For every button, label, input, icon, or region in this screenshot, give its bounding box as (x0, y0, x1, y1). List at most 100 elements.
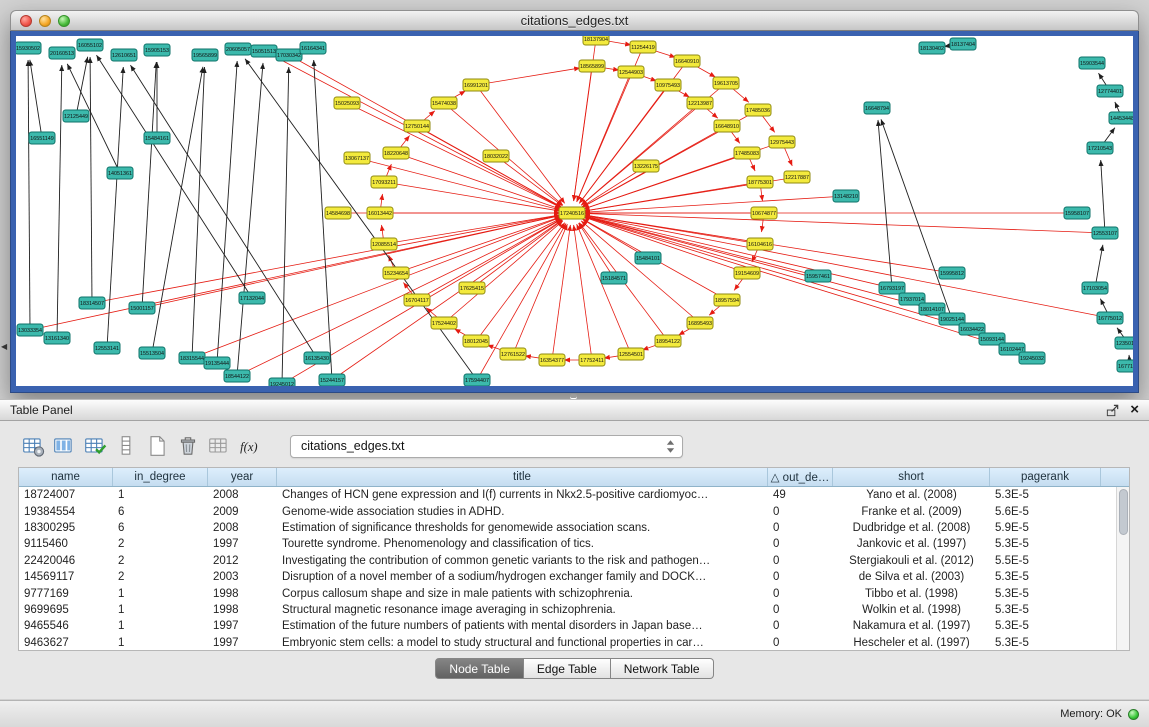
column-header-short[interactable]: short (833, 468, 990, 486)
table-import-button[interactable] (80, 432, 109, 460)
new-document-button[interactable] (142, 432, 171, 460)
graph-node[interactable]: 17625415 (459, 282, 485, 294)
graph-node[interactable]: 16135430 (304, 352, 330, 364)
graph-node[interactable]: 19245012 (269, 378, 295, 386)
close-window-button[interactable] (20, 15, 32, 27)
graph-node[interactable]: 18137904 (583, 36, 609, 45)
graph-node[interactable]: 14051361 (107, 167, 133, 179)
table-columns-button[interactable] (49, 432, 78, 460)
graph-node[interactable]: 15484161 (144, 132, 170, 144)
graph-node[interactable]: 18954122 (655, 335, 681, 347)
tab-edge-table[interactable]: Edge Table (524, 658, 611, 679)
table-row[interactable]: 946554611997Estimation of the future num… (19, 618, 1129, 634)
graph-node[interactable]: 18032022 (483, 150, 509, 162)
graph-node[interactable]: 16164341 (300, 42, 326, 54)
graph-node[interactable]: 16648794 (864, 102, 890, 114)
column-header-title[interactable]: title (277, 468, 768, 486)
graph-node[interactable]: 18565899 (579, 60, 605, 72)
graph-node[interactable]: 17210543 (1087, 142, 1113, 154)
window-titlebar[interactable]: citations_edges.txt (10, 10, 1139, 31)
graph-node[interactable]: 12544903 (618, 66, 644, 78)
graph-node[interactable]: 16055102 (77, 39, 103, 51)
graph-node[interactable]: 13226175 (633, 160, 659, 172)
table-row[interactable]: 1456911722003Disruption of a novel membe… (19, 569, 1129, 585)
graph-node[interactable]: 17103054 (1082, 282, 1108, 294)
table-row[interactable]: 1830029562008Estimation of significance … (19, 520, 1129, 536)
table-row[interactable]: 911546021997Tourette syndrome. Phenomeno… (19, 536, 1129, 552)
graph-node[interactable]: 17524402 (431, 317, 457, 329)
graph-node[interactable]: 15184571 (601, 272, 627, 284)
graph-node[interactable]: 15995812 (939, 267, 965, 279)
table-row[interactable]: 977716911998Corpus callosum shape and si… (19, 585, 1129, 601)
graph-node[interactable]: 19613705 (713, 77, 739, 89)
graph-node[interactable]: 15513504 (139, 347, 165, 359)
graph-node[interactable]: 12774401 (1097, 85, 1123, 97)
graph-node[interactable]: 18314507 (79, 297, 105, 309)
graph-node[interactable]: 15234654 (383, 267, 409, 279)
column-selector-button[interactable] (111, 432, 140, 460)
graph-node[interactable]: 19245032 (1019, 352, 1045, 364)
graph-node[interactable]: 19135444 (204, 357, 230, 369)
graph-node[interactable]: 18137404 (950, 38, 976, 50)
graph-node[interactable]: 13067137 (344, 152, 370, 164)
graph-node[interactable]: 12553107 (1092, 227, 1118, 239)
graph-node[interactable]: 15903544 (1079, 57, 1105, 69)
graph-node[interactable]: 16648910 (714, 120, 740, 132)
graph-node[interactable]: 12213987 (687, 97, 713, 109)
graph-node[interactable]: 12750144 (404, 120, 430, 132)
column-header-out_de[interactable]: △ out_de… (768, 468, 833, 486)
graph-node[interactable]: 17093211 (371, 176, 397, 188)
graph-node[interactable]: 16793197 (879, 282, 905, 294)
delete-table-button[interactable] (173, 432, 202, 460)
table-scrollbar[interactable] (1116, 487, 1129, 650)
close-panel-button[interactable]: × (1130, 403, 1139, 417)
table-row[interactable]: 2242004622012Investigating the contribut… (19, 553, 1129, 569)
table-row[interactable]: 1872400712008Changes of HCN gene express… (19, 487, 1129, 503)
graph-node[interactable]: 18220648 (383, 147, 409, 159)
graph-node[interactable]: 16895493 (687, 317, 713, 329)
graph-node[interactable]: 17485036 (745, 104, 771, 116)
graph-node[interactable]: 17240516 (559, 207, 585, 219)
panel-splitter-handle[interactable] (570, 394, 577, 398)
float-panel-button[interactable] (1105, 403, 1120, 418)
graph-node[interactable]: 11254419 (630, 41, 656, 53)
graph-node[interactable]: 17485083 (734, 147, 760, 159)
graph-node[interactable]: 17030342 (276, 49, 302, 61)
graph-node[interactable]: 17594407 (464, 374, 490, 386)
graph-node[interactable]: 20160513 (49, 47, 75, 59)
graph-node[interactable]: 18130402 (919, 42, 945, 54)
function-builder-button[interactable]: f(x) (235, 432, 264, 460)
graph-node[interactable]: 16104616 (747, 238, 773, 250)
graph-node[interactable]: 12554501 (618, 348, 644, 360)
minimize-window-button[interactable] (39, 15, 51, 27)
graph-node[interactable]: 15958107 (1064, 207, 1090, 219)
zoom-window-button[interactable] (58, 15, 70, 27)
graph-node[interactable]: 15051513 (251, 45, 277, 57)
graph-node[interactable]: 12975443 (769, 136, 795, 148)
graph-node[interactable]: 12761522 (500, 348, 526, 360)
graph-node[interactable]: 10674877 (751, 207, 777, 219)
graph-node[interactable]: 13161340 (44, 332, 70, 344)
tab-network-table[interactable]: Network Table (611, 658, 714, 679)
column-header-name[interactable]: name (19, 468, 113, 486)
table-row[interactable]: 946362711997Embryonic stem cells: a mode… (19, 635, 1129, 651)
graph-node[interactable]: 16771210 (1117, 360, 1133, 372)
tab-node-table[interactable]: Node Table (435, 658, 524, 679)
graph-node[interactable]: 19565899 (192, 49, 218, 61)
graph-node[interactable]: 10975493 (655, 79, 681, 91)
graph-node[interactable]: 18775301 (747, 176, 773, 188)
graph-node[interactable]: 16704117 (404, 294, 430, 306)
graph-node[interactable]: 18544122 (224, 370, 250, 382)
collapse-arrow-icon[interactable]: ◀ (1, 342, 7, 351)
graph-node[interactable]: 17132044 (239, 292, 265, 304)
graph-node[interactable]: 12350144 (1115, 337, 1133, 349)
graph-node[interactable]: 16551149 (29, 132, 55, 144)
graph-node[interactable]: 17752411 (579, 354, 605, 366)
graph-node[interactable]: 12553141 (94, 342, 120, 354)
graph-node[interactable]: 12125449 (63, 110, 89, 122)
graph-node[interactable]: 15484101 (635, 252, 661, 264)
scrollbar-thumb[interactable] (1119, 489, 1128, 535)
graph-node[interactable]: 14453448 (1109, 112, 1133, 124)
graph-node[interactable]: 15957461 (805, 270, 831, 282)
table-settings-button[interactable] (18, 432, 47, 460)
